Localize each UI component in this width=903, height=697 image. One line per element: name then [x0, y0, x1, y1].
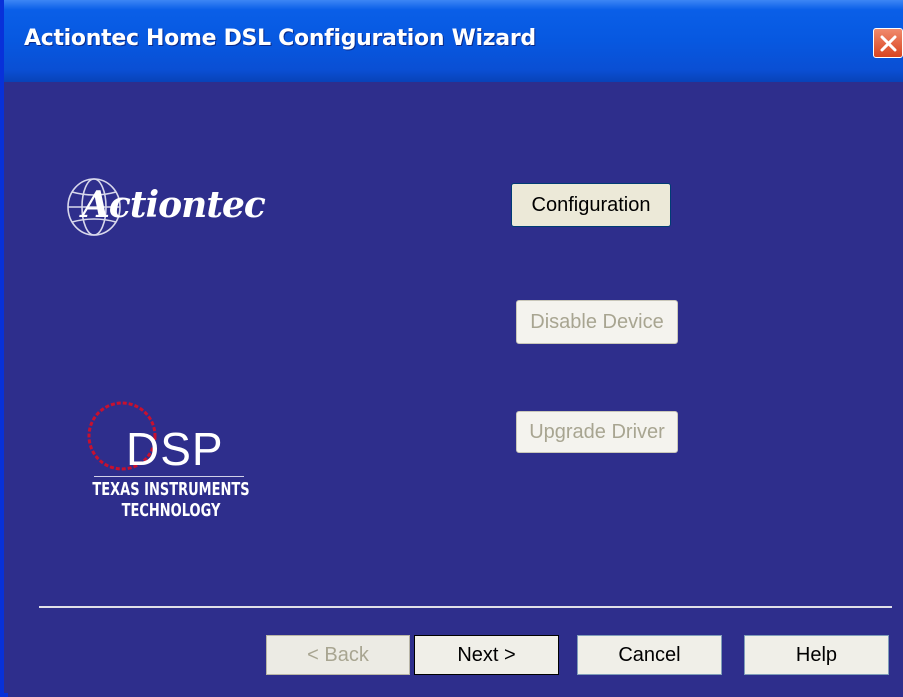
help-button[interactable]: Help [744, 635, 889, 675]
close-icon [880, 35, 897, 52]
actiontec-logo: Actiontec [64, 174, 294, 244]
next-button[interactable]: Next > [414, 635, 559, 675]
dsp-divider [94, 476, 244, 477]
dsp-mark: DSP [126, 423, 224, 475]
dsp-line1: TEXAS INSTRUMENTS [92, 480, 250, 501]
configuration-button[interactable]: Configuration [511, 183, 671, 227]
dsp-line2: TECHNOLOGY [121, 501, 221, 522]
wizard-body: Actiontec DSP TEXAS INSTRUMENTS TECHNOLO… [8, 82, 903, 697]
title-bar[interactable]: Actiontec Home DSL Configuration Wizard [4, 0, 903, 82]
back-button[interactable]: < Back [266, 635, 410, 675]
upgrade-driver-button[interactable]: Upgrade Driver [516, 411, 678, 453]
window-title: Actiontec Home DSL Configuration Wizard [24, 26, 536, 51]
wizard-window: Actiontec Home DSL Configuration Wizard … [0, 0, 903, 697]
cancel-button[interactable]: Cancel [577, 635, 722, 675]
footer-separator [39, 606, 892, 608]
dsp-logo: DSP TEXAS INSTRUMENTS TECHNOLOGY [86, 400, 266, 550]
actiontec-wordmark: Actiontec [82, 184, 266, 226]
close-button[interactable] [873, 28, 903, 58]
disable-device-button[interactable]: Disable Device [516, 300, 678, 344]
